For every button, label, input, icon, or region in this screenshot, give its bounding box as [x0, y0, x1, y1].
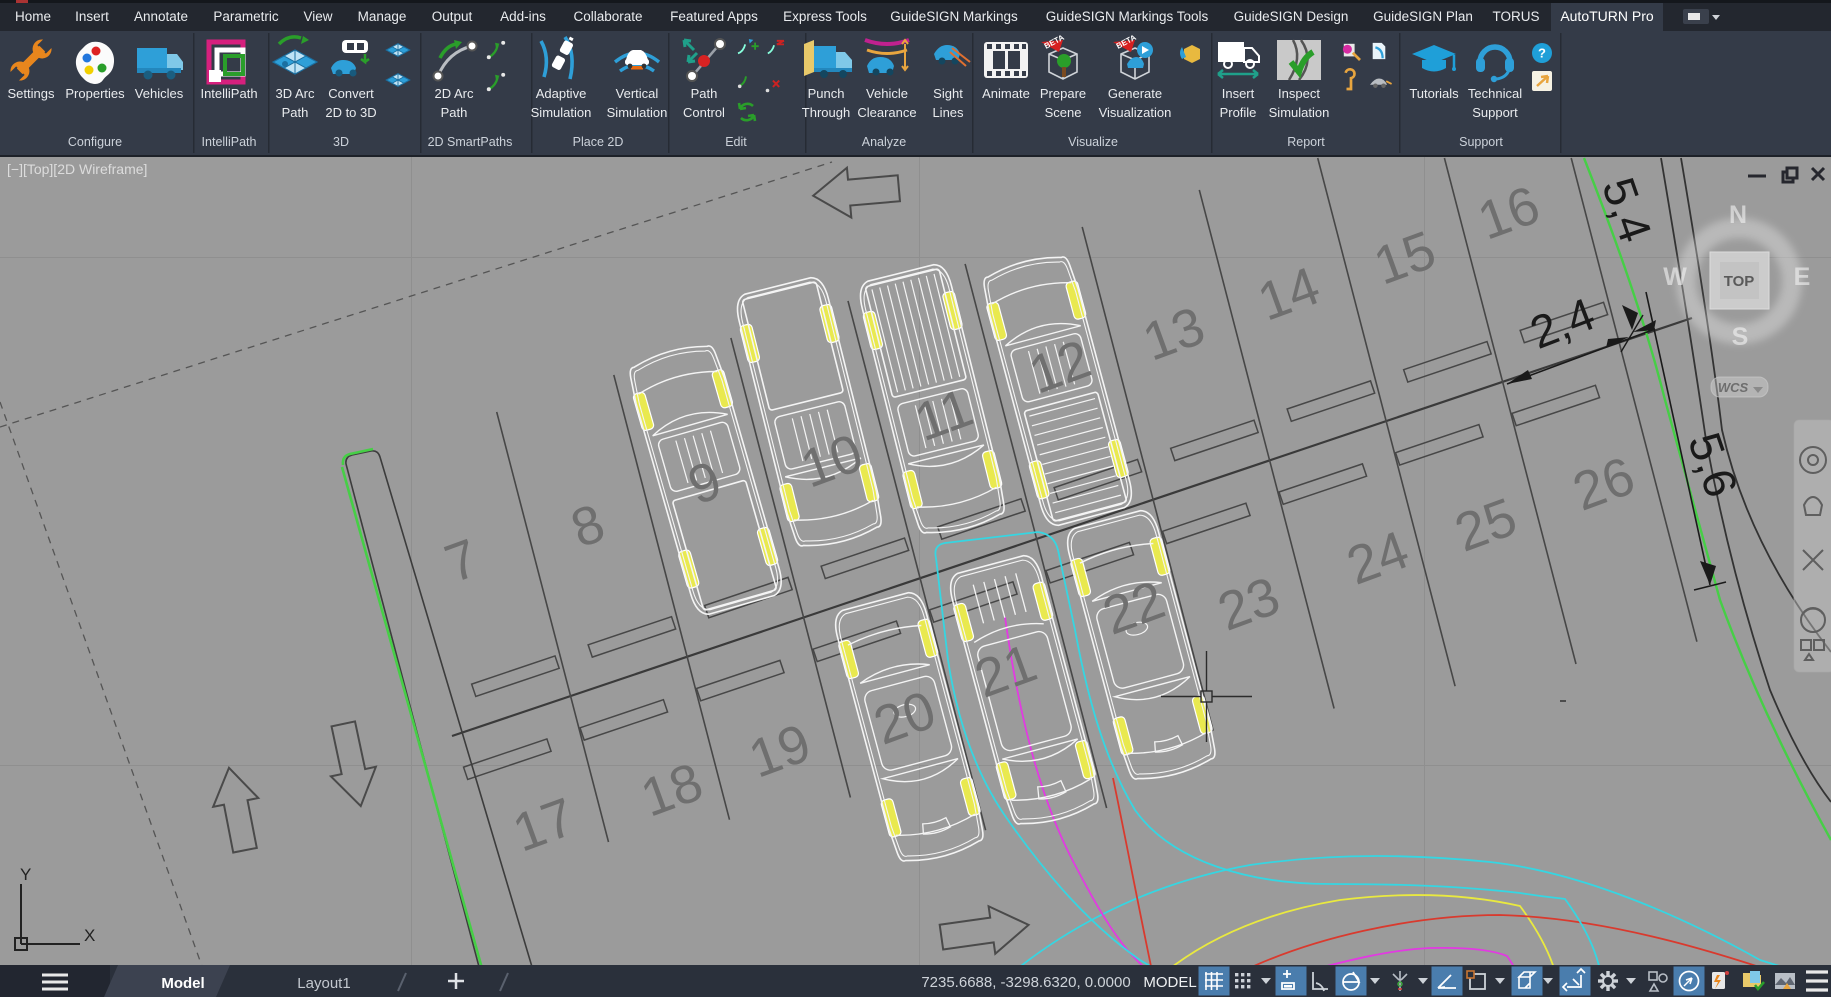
svg-text:Simulation: Simulation [1269, 105, 1330, 120]
svg-text:Prepare: Prepare [1040, 86, 1086, 101]
svg-text:N: N [1729, 201, 1747, 229]
svg-text:Add-ins: Add-ins [500, 9, 546, 24]
svg-text:AutoTURN Pro: AutoTURN Pro [1560, 8, 1654, 24]
svg-text:Clearance: Clearance [857, 105, 916, 120]
svg-text:Through: Through [802, 105, 850, 120]
svg-text:Home: Home [15, 9, 51, 24]
svg-text:Model: Model [161, 975, 204, 992]
svg-text:Settings: Settings [8, 86, 55, 101]
svg-text:X: X [84, 926, 95, 945]
svg-text:Output: Output [432, 9, 473, 24]
svg-text:Annotate: Annotate [134, 9, 188, 24]
svg-text:GuideSIGN Plan: GuideSIGN Plan [1373, 9, 1473, 24]
svg-text:Path: Path [282, 105, 309, 120]
svg-text:Parametric: Parametric [213, 9, 279, 24]
svg-text:7235.6688, -3298.6320, 0.0000: 7235.6688, -3298.6320, 0.0000 [921, 974, 1130, 991]
svg-text:WCS: WCS [1718, 380, 1749, 395]
svg-text:Configure: Configure [68, 135, 122, 149]
svg-text:Layout1: Layout1 [297, 975, 350, 992]
svg-text:Path: Path [441, 105, 468, 120]
svg-text:E: E [1794, 263, 1811, 291]
svg-text:Y: Y [20, 865, 31, 884]
svg-text:Insert: Insert [1222, 86, 1255, 101]
svg-text:Profile: Profile [1220, 105, 1257, 120]
svg-text:2D to 3D: 2D to 3D [325, 105, 376, 120]
svg-text:Vehicles: Vehicles [135, 86, 184, 101]
svg-text:Manage: Manage [358, 9, 407, 24]
svg-text:3D Arc: 3D Arc [275, 86, 315, 101]
svg-text:[−][Top][2D Wireframe]: [−][Top][2D Wireframe] [7, 161, 147, 177]
svg-text:Inspect: Inspect [1278, 86, 1320, 101]
svg-text:Place 2D: Place 2D [573, 135, 624, 149]
svg-text:Support: Support [1472, 105, 1518, 120]
svg-text:2D Arc: 2D Arc [434, 86, 474, 101]
svg-text:?: ? [1538, 46, 1546, 61]
svg-text:MODEL: MODEL [1143, 974, 1196, 991]
svg-text:Express Tools: Express Tools [783, 9, 867, 24]
svg-text:Scene: Scene [1045, 105, 1082, 120]
svg-text:Vehicle: Vehicle [866, 86, 908, 101]
svg-text:Sight: Sight [933, 86, 963, 101]
svg-text:W: W [1663, 263, 1687, 291]
svg-text:Report: Report [1287, 135, 1325, 149]
svg-text:Punch: Punch [808, 86, 845, 101]
svg-text:Simulation: Simulation [607, 105, 668, 120]
svg-text:GuideSIGN Markings Tools: GuideSIGN Markings Tools [1046, 9, 1209, 24]
svg-text:Insert: Insert [75, 9, 109, 24]
svg-text:IntelliPath: IntelliPath [202, 135, 257, 149]
svg-text:Properties: Properties [65, 86, 125, 101]
svg-text:2D SmartPaths: 2D SmartPaths [428, 135, 513, 149]
svg-text:Generate: Generate [1108, 86, 1162, 101]
svg-text:Visualize: Visualize [1068, 135, 1118, 149]
svg-text:GuideSIGN Design: GuideSIGN Design [1234, 9, 1349, 24]
svg-text:TOP: TOP [1724, 273, 1755, 290]
svg-text:GuideSIGN Markings: GuideSIGN Markings [890, 9, 1018, 24]
svg-text:Lines: Lines [932, 105, 964, 120]
svg-text:Tutorials: Tutorials [1409, 86, 1459, 101]
svg-text:View: View [303, 9, 332, 24]
svg-text:Collaborate: Collaborate [573, 9, 642, 24]
svg-text:Analyze: Analyze [862, 135, 907, 149]
svg-text:Animate: Animate [982, 86, 1030, 101]
svg-text:Edit: Edit [725, 135, 747, 149]
svg-text:Convert: Convert [328, 86, 374, 101]
svg-text:Adaptive: Adaptive [536, 86, 587, 101]
svg-text:Visualization: Visualization [1099, 105, 1172, 120]
svg-text:3D: 3D [333, 135, 349, 149]
svg-text:Vertical: Vertical [616, 86, 659, 101]
svg-text:S: S [1732, 323, 1749, 351]
svg-text:Technical: Technical [1468, 86, 1522, 101]
svg-text:Simulation: Simulation [531, 105, 592, 120]
svg-text:Control: Control [683, 105, 725, 120]
svg-text:TORUS: TORUS [1492, 9, 1539, 24]
svg-text:Featured Apps: Featured Apps [670, 9, 758, 24]
svg-text:Path: Path [691, 86, 718, 101]
svg-text:Support: Support [1459, 135, 1503, 149]
svg-text:IntelliPath: IntelliPath [200, 86, 257, 101]
